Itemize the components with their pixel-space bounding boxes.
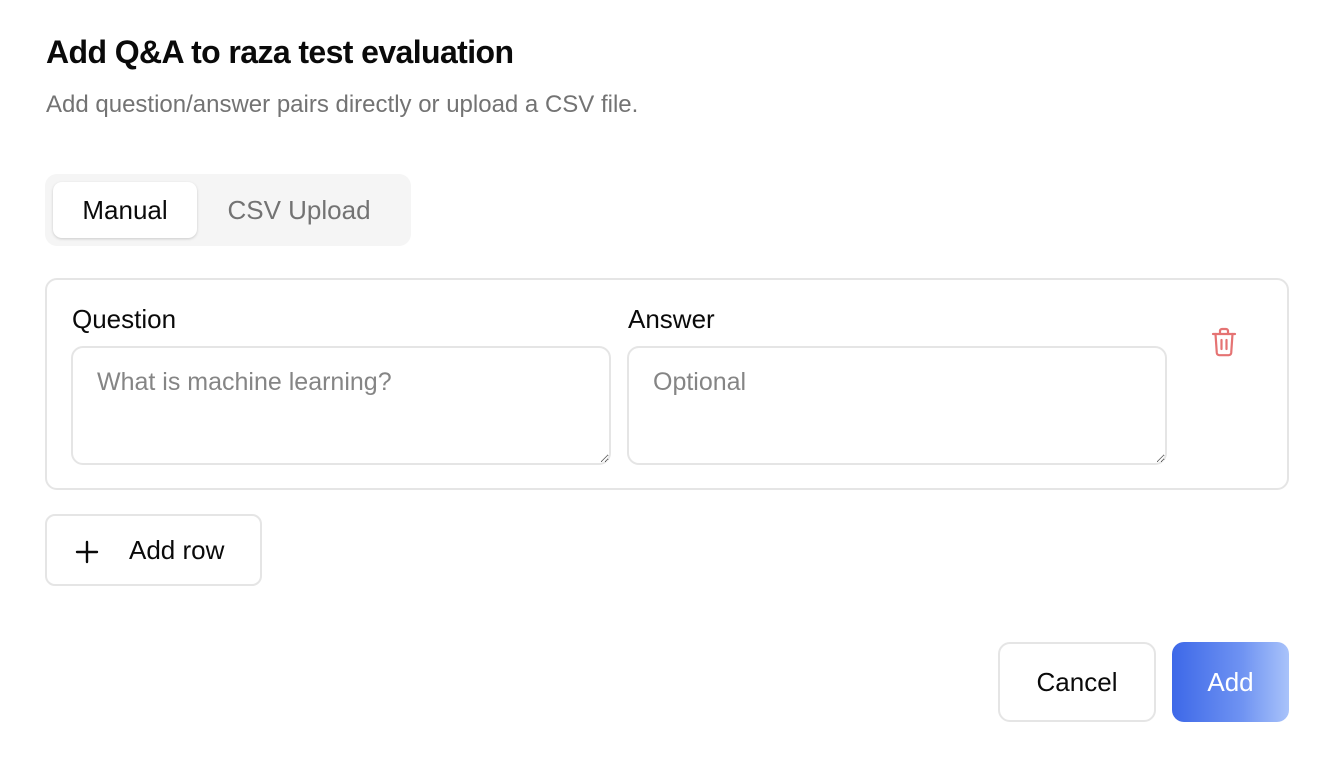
add-button[interactable]: Add <box>1172 642 1289 722</box>
tab-csv-upload[interactable]: CSV Upload <box>205 182 393 238</box>
add-qa-dialog: Add Q&A to raza test evaluation Add ques… <box>0 0 1336 768</box>
question-input[interactable] <box>71 346 611 465</box>
delete-row-button[interactable] <box>1207 324 1241 360</box>
tab-manual[interactable]: Manual <box>53 182 197 238</box>
add-row-label: Add row <box>129 535 225 565</box>
dialog-title: Add Q&A to raza test evaluation <box>46 34 514 70</box>
qa-row: Question Answer <box>45 278 1289 490</box>
question-label: Question <box>72 304 177 334</box>
add-row-button[interactable]: Add row <box>45 514 262 586</box>
cancel-button[interactable]: Cancel <box>998 642 1156 722</box>
plus-icon <box>75 540 99 564</box>
mode-tabs: Manual CSV Upload <box>45 174 411 246</box>
answer-input[interactable] <box>627 346 1167 465</box>
trash-icon <box>1211 327 1237 357</box>
dialog-subtitle: Add question/answer pairs directly or up… <box>46 91 639 118</box>
answer-label: Answer <box>628 304 715 334</box>
